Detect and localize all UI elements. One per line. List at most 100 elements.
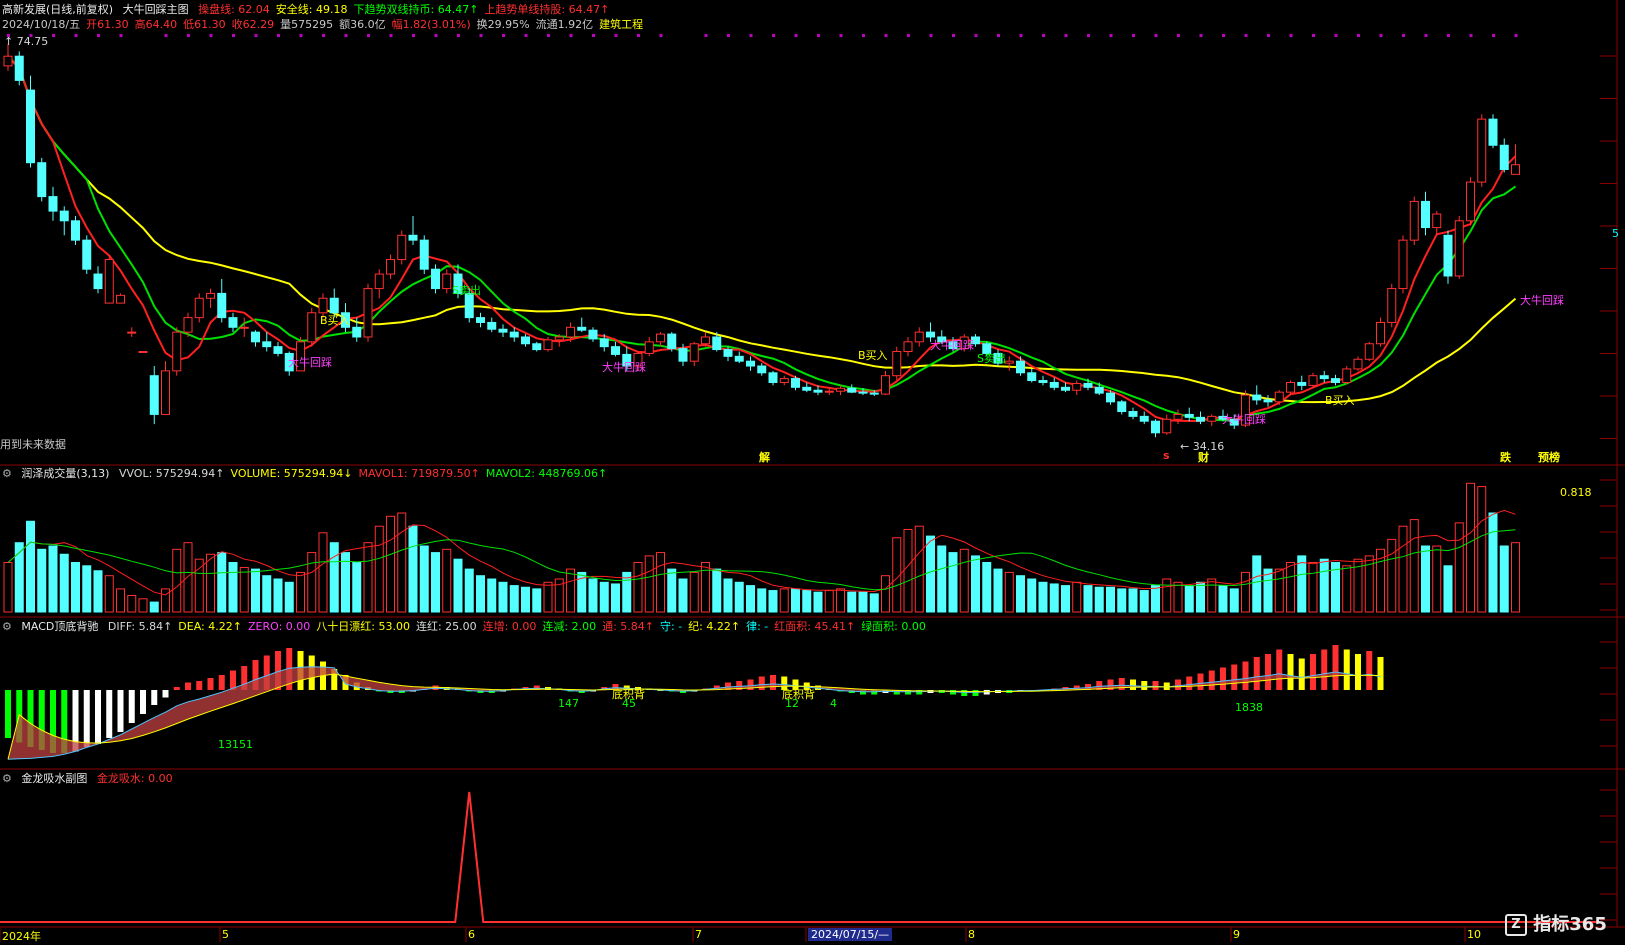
- candle[interactable]: [161, 361, 170, 415]
- volume-bar[interactable]: [1218, 585, 1228, 613]
- volume-bar[interactable]: [1477, 486, 1487, 613]
- candle[interactable]: [847, 384, 857, 394]
- candle[interactable]: [1128, 407, 1138, 420]
- candle[interactable]: [689, 341, 699, 367]
- volume-bar[interactable]: [127, 595, 137, 613]
- volume-bar[interactable]: [397, 512, 407, 613]
- volume-bar[interactable]: [982, 562, 992, 613]
- volume-bar[interactable]: [926, 535, 935, 613]
- candle[interactable]: [1038, 375, 1048, 386]
- volume-bar[interactable]: [521, 586, 530, 613]
- volume-bar[interactable]: [251, 568, 260, 613]
- volume-bar[interactable]: [858, 591, 868, 613]
- candle[interactable]: [149, 366, 159, 425]
- macd-bar[interactable]: [1141, 681, 1148, 690]
- volume-bar[interactable]: [3, 562, 13, 613]
- volume-panel-icon[interactable]: ⚙: [2, 467, 12, 480]
- macd-bar[interactable]: [196, 681, 203, 690]
- candle[interactable]: [1387, 283, 1397, 328]
- volume-bar[interactable]: [1398, 525, 1408, 613]
- volume-bar[interactable]: [678, 578, 688, 613]
- macd-bar[interactable]: [162, 690, 169, 698]
- volume-bar[interactable]: [1499, 545, 1509, 613]
- candle[interactable]: [374, 269, 384, 299]
- macd-bar[interactable]: [140, 690, 146, 714]
- candle[interactable]: [577, 317, 587, 333]
- volume-bar[interactable]: [1432, 545, 1442, 613]
- candle[interactable]: [1151, 419, 1160, 438]
- candle[interactable]: [487, 317, 497, 333]
- candle[interactable]: [1173, 409, 1183, 425]
- volume-bar[interactable]: [239, 566, 249, 613]
- volume-bar[interactable]: [723, 578, 733, 613]
- volume-bar[interactable]: [318, 532, 328, 613]
- volume-bar[interactable]: [993, 568, 1003, 613]
- candle[interactable]: [768, 370, 778, 386]
- macd-bar[interactable]: [1242, 661, 1249, 691]
- candle[interactable]: [408, 215, 418, 245]
- volume-bar[interactable]: [971, 555, 980, 613]
- macd-bar[interactable]: [151, 690, 158, 705]
- volume-bar[interactable]: [1319, 558, 1329, 613]
- volume-bar[interactable]: [149, 601, 159, 613]
- candle[interactable]: [127, 327, 137, 337]
- macd-bar[interactable]: [1163, 682, 1170, 691]
- macd-bar[interactable]: [1152, 681, 1159, 690]
- candle[interactable]: [59, 206, 69, 236]
- volume-bar[interactable]: [183, 542, 193, 613]
- volume-bar[interactable]: [37, 548, 47, 613]
- volume-bar[interactable]: [1139, 590, 1149, 613]
- volume-bar[interactable]: [71, 562, 80, 613]
- candle[interactable]: [104, 254, 114, 304]
- volume-bar[interactable]: [1241, 571, 1250, 613]
- candle[interactable]: [419, 235, 429, 275]
- candle[interactable]: [1049, 377, 1059, 391]
- candle[interactable]: [498, 324, 508, 337]
- candle[interactable]: [914, 327, 924, 347]
- macd-bar[interactable]: [128, 690, 135, 723]
- volume-bar[interactable]: [307, 552, 317, 613]
- volume-bar[interactable]: [1038, 581, 1048, 613]
- volume-bar[interactable]: [1016, 575, 1025, 613]
- candle[interactable]: [1499, 138, 1509, 173]
- volume-title[interactable]: 润泽成交量(3,13): [21, 467, 109, 480]
- volume-bar[interactable]: [374, 525, 384, 613]
- candle[interactable]: [93, 266, 103, 294]
- candle[interactable]: [881, 370, 890, 396]
- volume-bar[interactable]: [363, 542, 373, 613]
- candle[interactable]: [1016, 356, 1025, 376]
- volume-bar[interactable]: [172, 548, 182, 613]
- macd-bar[interactable]: [1321, 649, 1328, 691]
- volume-bar[interactable]: [1083, 585, 1093, 613]
- candle[interactable]: [532, 341, 542, 352]
- volume-bar[interactable]: [487, 578, 497, 613]
- volume-bar[interactable]: [386, 515, 395, 613]
- volume-bar[interactable]: [689, 571, 699, 613]
- volume-bar[interactable]: [768, 590, 778, 613]
- volume-bar[interactable]: [1263, 568, 1273, 613]
- volume-bar[interactable]: [1286, 562, 1295, 613]
- volume-bar[interactable]: [1049, 583, 1059, 613]
- candle[interactable]: [1072, 380, 1082, 396]
- candle[interactable]: [1004, 356, 1014, 371]
- candle[interactable]: [217, 278, 227, 323]
- macd-bar[interactable]: [972, 690, 979, 696]
- macd-bar[interactable]: [770, 675, 776, 690]
- macd-bar[interactable]: [1355, 654, 1361, 690]
- volume-bar[interactable]: [431, 552, 440, 613]
- candle[interactable]: [37, 157, 47, 202]
- candle[interactable]: [1342, 366, 1352, 385]
- volume-bar[interactable]: [228, 562, 238, 613]
- candle[interactable]: [1353, 356, 1363, 371]
- candle[interactable]: [1466, 177, 1475, 226]
- candle[interactable]: [1117, 399, 1127, 415]
- macd-bar[interactable]: [1231, 664, 1238, 691]
- volume-bar[interactable]: [48, 545, 58, 613]
- volume-bar[interactable]: [1466, 482, 1475, 613]
- candle[interactable]: [1488, 114, 1498, 149]
- candle[interactable]: [273, 341, 283, 357]
- volume-bar[interactable]: [194, 558, 204, 613]
- volume-bar[interactable]: [329, 542, 339, 613]
- macd-bar[interactable]: [758, 676, 765, 691]
- candle[interactable]: [779, 375, 789, 386]
